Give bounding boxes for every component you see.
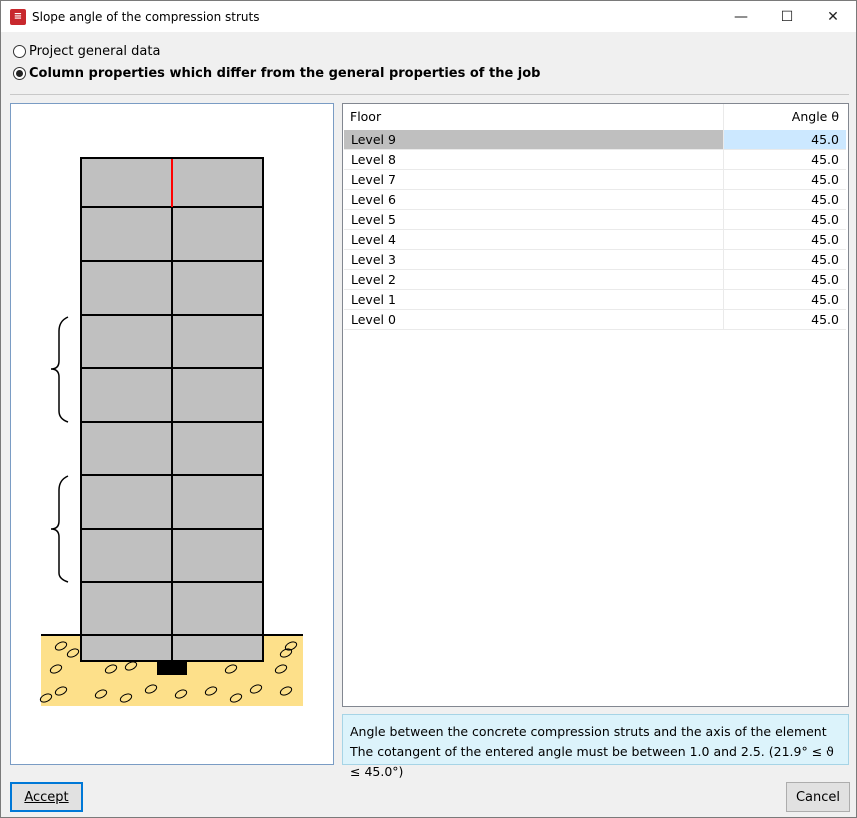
cancel-button[interactable]: Cancel (786, 782, 850, 812)
radio-label: Column properties which differ from the … (29, 66, 541, 81)
table-header: Floor Angle θ (degrees) (343, 104, 848, 150)
floor-cell[interactable]: Level 4 (344, 230, 723, 249)
table-row[interactable]: Level 7 45.0 (344, 170, 846, 190)
header-floor[interactable]: Floor (343, 104, 723, 130)
floor-cell[interactable]: Level 1 (344, 290, 723, 309)
radio-selected-icon (13, 67, 26, 80)
floor-angle-table: Floor Angle θ (degrees) Level 945.0Level… (342, 103, 849, 707)
minimize-button[interactable]: — (718, 1, 764, 32)
angle-cell[interactable]: 45.0 (723, 190, 846, 209)
floor-cell[interactable]: Level 9 (344, 130, 723, 149)
divider (10, 94, 849, 95)
table-row[interactable]: Level 0 45.0 (344, 310, 846, 330)
floor-cell[interactable]: Level 7 (344, 170, 723, 189)
column-diagram-panel (10, 103, 334, 765)
angle-cell[interactable]: 45.0 (723, 130, 846, 149)
angle-cell[interactable]: 45.0 (723, 250, 846, 269)
window-title: Slope angle of the compression struts (32, 9, 260, 24)
dialog-window: ≡ Slope angle of the compression struts … (0, 0, 857, 818)
brace-icon (50, 475, 69, 583)
accept-label: Accept (24, 789, 69, 805)
table-row[interactable]: Level 8 45.0 (344, 150, 846, 170)
angle-cell[interactable]: 45.0 (723, 210, 846, 229)
info-line-2: The cotangent of the entered angle must … (350, 744, 834, 779)
radio-circle-icon (13, 45, 26, 58)
table-row[interactable]: Level 2 45.0 (344, 270, 846, 290)
angle-cell[interactable]: 45.0 (723, 290, 846, 309)
table-row[interactable]: Level 3 45.0 (344, 250, 846, 270)
info-line-1: Angle between the concrete compression s… (350, 724, 827, 739)
table-row[interactable]: Level 6 45.0 (344, 190, 846, 210)
floor-cell[interactable]: Level 2 (344, 270, 723, 289)
minimize-icon: — (734, 8, 748, 25)
floor-cell[interactable]: Level 6 (344, 190, 723, 209)
app-icon: ≡ (10, 8, 26, 25)
footing (157, 661, 187, 675)
close-icon: ✕ (827, 8, 839, 25)
angle-cell[interactable]: 45.0 (723, 170, 846, 189)
radio-label: Project general data (29, 44, 161, 59)
radio-column-properties[interactable]: Column properties which differ from the … (13, 66, 541, 81)
table-row[interactable]: Level 9 45.0 (344, 130, 846, 150)
angle-cell[interactable]: 45.0 (723, 310, 846, 329)
accept-button[interactable]: Accept (10, 782, 83, 812)
table-row[interactable]: Level 4 45.0 (344, 230, 846, 250)
maximize-button[interactable]: ☐ (764, 1, 810, 32)
title-bar: ≡ Slope angle of the compression struts … (1, 1, 856, 32)
column-diagram (39, 157, 303, 706)
cancel-label: Cancel (795, 789, 841, 805)
floor-cell[interactable]: Level 0 (344, 310, 723, 329)
angle-cell[interactable]: 45.0 (723, 270, 846, 289)
floor-cell[interactable]: Level 3 (344, 250, 723, 269)
info-box: Angle between the concrete compression s… (342, 714, 849, 779)
maximize-icon: ☐ (780, 8, 794, 25)
radio-project-general-data[interactable]: Project general data (13, 44, 160, 59)
brace-icon (50, 316, 69, 423)
close-button[interactable]: ✕ (810, 1, 856, 32)
table-row[interactable]: Level 5 45.0 (344, 210, 846, 230)
header-angle[interactable]: Angle θ (degrees) (723, 104, 846, 150)
floor-cell[interactable]: Level 8 (344, 150, 723, 169)
angle-cell[interactable]: 45.0 (723, 150, 846, 169)
angle-cell[interactable]: 45.0 (723, 230, 846, 249)
table-row[interactable]: Level 1 45.0 (344, 290, 846, 310)
floor-cell[interactable]: Level 5 (344, 210, 723, 229)
